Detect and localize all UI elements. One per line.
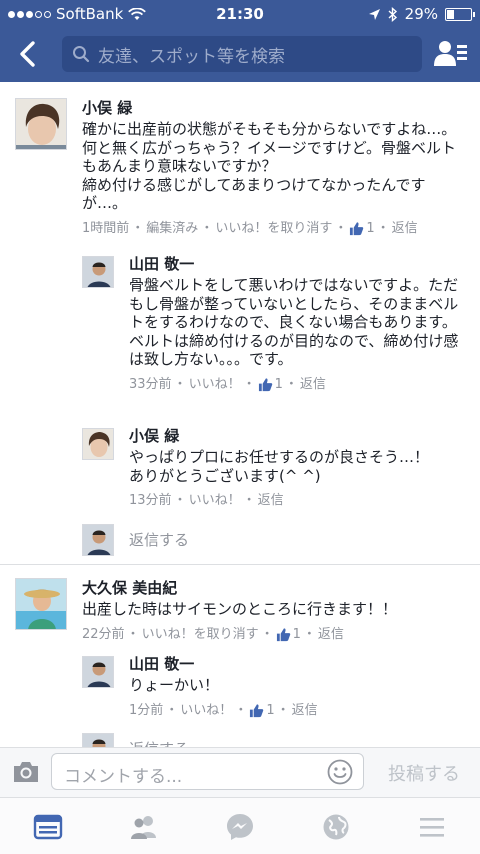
reply-link[interactable]: 返信 xyxy=(258,492,284,510)
reply-text: 骨盤ベルトをして悪いわけではないですよ。ただもし骨盤が整っていないとしたら、その… xyxy=(129,276,459,368)
commenter-name[interactable]: 山田 敬一 xyxy=(129,254,469,274)
reply-link[interactable]: 返信 xyxy=(300,376,326,394)
unlike-link[interactable]: いいね！を取り消す xyxy=(142,626,259,644)
battery-level xyxy=(447,9,454,19)
comment: 小俣 緑 確かに出産前の状態がそもそも分からないですよね…。何と無く広がっちゃう… xyxy=(0,82,480,557)
search-input[interactable]: 友達、スポット等を検索 xyxy=(62,36,422,72)
reply-prompt-row[interactable]: 返信する xyxy=(0,522,480,556)
reply-time[interactable]: 1分前 xyxy=(129,702,163,720)
comment-placeholder: コメントする... xyxy=(64,767,183,787)
reply-text: りょーかい！ xyxy=(129,676,220,694)
thumbs-up-icon xyxy=(258,378,272,392)
search-placeholder: 友達、スポット等を検索 xyxy=(98,46,285,67)
avatar[interactable] xyxy=(82,428,114,460)
like-link[interactable]: いいね！ xyxy=(189,492,241,510)
like-count: 1 xyxy=(266,702,275,718)
my-avatar xyxy=(82,733,114,747)
commenter-name[interactable]: 小俣 緑 xyxy=(129,426,469,446)
like-link[interactable]: いいね！ xyxy=(180,702,232,720)
comment-composer: コメントする... 投稿する xyxy=(0,747,480,797)
battery-icon xyxy=(445,7,475,21)
location-arrow-icon xyxy=(368,8,380,20)
comment-time[interactable]: 22分前 xyxy=(82,626,125,644)
avatar[interactable] xyxy=(82,656,114,688)
reply-prompt[interactable]: 返信する xyxy=(129,529,189,550)
comment-thread: 小俣 緑 確かに出産前の状態がそもそも分からないですよね…。何と無く広がっちゃう… xyxy=(0,82,480,747)
reply-link[interactable]: 返信 xyxy=(292,702,318,720)
avatar[interactable] xyxy=(15,578,67,630)
commenter-name[interactable]: 大久保 美由紀 xyxy=(82,578,466,598)
reply-link[interactable]: 返信 xyxy=(318,626,344,644)
comment-meta: 22分前・ いいね！を取り消す・ 1 ・ 返信 xyxy=(82,626,344,644)
commenter-name[interactable]: 小俣 緑 xyxy=(82,98,466,118)
thumbs-up-icon xyxy=(250,704,264,718)
edited-label[interactable]: 編集済み xyxy=(146,220,198,238)
nav-bar: 友達、スポット等を検索 xyxy=(0,28,480,82)
thumbs-up-icon xyxy=(350,222,364,236)
like-count: 1 xyxy=(292,626,301,642)
reply-meta: 33分前・ いいね！・ 1 ・ 返信 xyxy=(129,376,326,394)
status-bar: SoftBank 21:30 29% xyxy=(0,0,480,28)
comment-time[interactable]: 1時間前 xyxy=(82,220,129,238)
like-count: 1 xyxy=(274,376,283,392)
like-count: 1 xyxy=(366,220,375,236)
reply-time[interactable]: 33分前 xyxy=(129,376,172,394)
avatar[interactable] xyxy=(15,98,67,150)
messenger-icon[interactable] xyxy=(225,812,255,842)
emoji-icon[interactable] xyxy=(327,759,353,785)
friend-requests-icon[interactable] xyxy=(434,38,468,70)
notifications-globe-icon[interactable] xyxy=(321,812,351,842)
avatar[interactable] xyxy=(82,256,114,288)
like-link[interactable]: いいね！ xyxy=(189,376,241,394)
bluetooth-icon xyxy=(388,6,397,22)
comment: 大久保 美由紀 出産した時はサイモンのところに行きます！！ 22分前・ いいね！… xyxy=(0,564,480,747)
reply-text: やっぱりプロにお任せするのが良さそう…！ ありがとうございます(^ ^) xyxy=(129,448,430,485)
reply-meta: 13分前・ いいね！・ 返信 xyxy=(129,492,284,510)
reply-link[interactable]: 返信 xyxy=(392,220,418,238)
comment-meta: 1時間前・ 編集済み・ いいね！を取り消す・ 1 ・ 返信 xyxy=(82,220,418,238)
camera-icon[interactable] xyxy=(12,760,40,784)
comment-text: 出産した時はサイモンのところに行きます！！ xyxy=(82,600,398,618)
reply-time[interactable]: 13分前 xyxy=(129,492,172,510)
unlike-link[interactable]: いいね！を取り消す xyxy=(215,220,332,238)
reply-prompt[interactable]: 返信する xyxy=(129,738,189,747)
comment-text: 確かに出産前の状態がそもそも分からないですよね…。何と無く広がっちゃう？イメージ… xyxy=(82,120,457,212)
tab-bar xyxy=(0,797,480,854)
more-menu-icon[interactable] xyxy=(417,812,447,842)
reply-meta: 1分前・ いいね！・ 1 ・ 返信 xyxy=(129,702,318,720)
commenter-name[interactable]: 山田 敬一 xyxy=(129,654,469,674)
news-feed-icon[interactable] xyxy=(33,812,63,842)
my-avatar xyxy=(82,524,114,556)
search-icon xyxy=(73,46,90,63)
post-button[interactable]: 投稿する xyxy=(388,760,460,786)
back-arrow-icon[interactable] xyxy=(10,36,46,72)
reply-prompt-row[interactable]: 返信する xyxy=(0,731,480,747)
friends-icon[interactable] xyxy=(129,812,159,842)
top-bar: SoftBank 21:30 29% 友達、スポット等を検索 xyxy=(0,0,480,82)
battery-percent: 29% xyxy=(404,5,438,23)
comment-input[interactable]: コメントする... xyxy=(51,753,364,790)
thumbs-up-icon xyxy=(276,628,290,642)
